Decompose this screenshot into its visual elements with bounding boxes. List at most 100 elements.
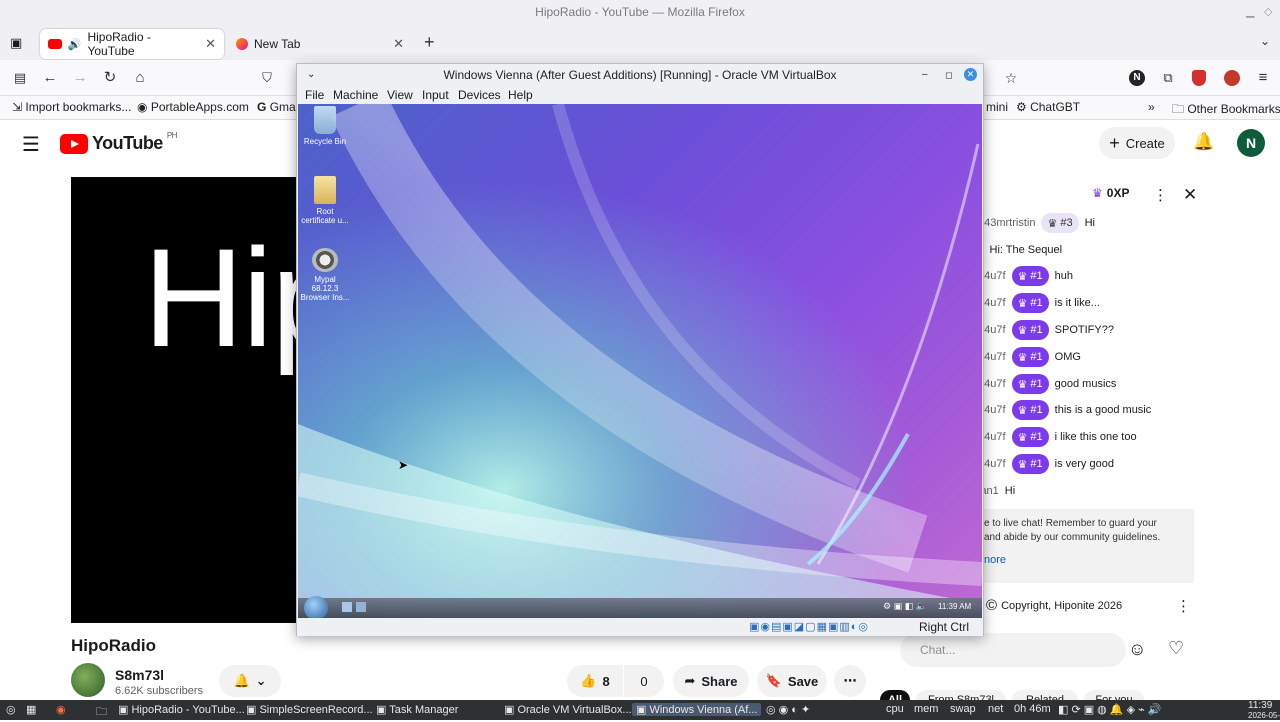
- bookmark-gmail[interactable]: G Gma: [257, 100, 296, 114]
- menu-file[interactable]: File: [305, 88, 324, 102]
- bookmark-gemini[interactable]: mini: [986, 100, 1008, 114]
- back-icon[interactable]: ←: [40, 68, 60, 88]
- firefox-launcher-icon[interactable]: ◉: [56, 703, 66, 716]
- menu-machine[interactable]: Machine: [333, 88, 378, 102]
- desktop-icon-root-certificate[interactable]: Root certificate u...: [300, 176, 350, 225]
- ublock-icon[interactable]: [1192, 70, 1206, 86]
- channel-avatar[interactable]: [71, 663, 105, 697]
- like-button[interactable]: 👍 8: [567, 665, 623, 697]
- menu-view[interactable]: View: [387, 88, 413, 102]
- more-vertical-icon[interactable]: ⋮: [1176, 597, 1191, 615]
- maximize-icon[interactable]: ◻: [945, 64, 952, 86]
- bookmark-import[interactable]: ⇲ Import bookmarks...: [12, 100, 131, 114]
- desktop-icon-mypal[interactable]: Mypal 68.12.3 Browser Ins...: [300, 248, 350, 302]
- video-player[interactable]: Hip: [71, 177, 301, 623]
- taskbar-item-taskmanager[interactable]: ▣ Task Manager: [376, 703, 458, 716]
- speaker-icon[interactable]: 🔊: [68, 38, 82, 51]
- more-actions-button[interactable]: ⋯: [834, 665, 866, 697]
- maximize-icon[interactable]: ◇: [1264, 0, 1272, 24]
- chevron-down-icon[interactable]: ⌄: [307, 64, 315, 86]
- xp-badge[interactable]: ♛ 0XP: [1092, 186, 1129, 200]
- bookmark-portableapps[interactable]: ◉ PortableApps.com: [137, 100, 249, 114]
- chat-message: g4u7f ♛ #1 SPOTIFY??: [978, 319, 1114, 341]
- crown-icon: ♛: [1017, 378, 1028, 391]
- app-menu-icon[interactable]: ◎: [6, 703, 16, 716]
- crown-icon: ♛: [1017, 270, 1028, 283]
- menu-input[interactable]: Input: [422, 88, 449, 102]
- copyright-banner: © Copyright, Hiponite 2026: [986, 597, 1123, 614]
- system-tray-icons[interactable]: ◧ ⟳ ▣ ◍ 🔔 ◈ ⌁ 🔊: [1058, 703, 1161, 716]
- show-desktop-icon[interactable]: [342, 602, 352, 612]
- minimize-icon[interactable]: –: [922, 64, 928, 86]
- crown-icon: ♛: [1017, 297, 1028, 310]
- crown-icon: ♛: [1017, 351, 1028, 364]
- emoji-icon[interactable]: ☺: [1128, 639, 1146, 660]
- forward-icon[interactable]: →: [70, 68, 90, 88]
- tab-label: New Tab: [254, 37, 301, 51]
- tab-hiporadio[interactable]: 🔊 HipoRadio - YouTube ✕: [40, 29, 224, 59]
- chat-message: g4u7f ♛ #1 huh: [978, 265, 1073, 287]
- extension-n-icon[interactable]: N: [1129, 70, 1145, 86]
- video-title: HipoRadio: [71, 636, 156, 655]
- taskbar-item-vm-window[interactable]: ▣ Windows Vienna (Af...: [632, 703, 762, 716]
- tab-list-icon[interactable]: ▣: [10, 35, 22, 51]
- bookmark-star-icon[interactable]: ☆: [1001, 68, 1021, 88]
- bookmark-other[interactable]: 🗀 Other Bookmarks: [1172, 100, 1280, 121]
- switch-windows-icon[interactable]: [356, 602, 366, 612]
- youtube-logo[interactable]: YouTube PH: [60, 131, 177, 154]
- rank-badge: ♛ #1: [1011, 400, 1049, 420]
- minimize-icon[interactable]: ▁: [1246, 0, 1254, 24]
- chat-message: g4u7f ♛ #1 is very good: [978, 453, 1114, 475]
- menu-devices[interactable]: Devices: [458, 88, 501, 102]
- sidebar-icon[interactable]: ▤: [10, 68, 30, 88]
- tab-new-tab[interactable]: New Tab ✕: [228, 29, 412, 59]
- rank-badge: ♛ #1: [1011, 320, 1049, 340]
- bookmark-chatgbt[interactable]: ⚙ ChatGBT: [1016, 100, 1080, 114]
- channel-name[interactable]: S8m73l: [115, 667, 164, 683]
- close-icon[interactable]: ✕: [964, 68, 977, 81]
- rank-badge: ♛ #1: [1011, 266, 1049, 286]
- new-tab-icon[interactable]: +: [424, 32, 435, 53]
- share-button[interactable]: ➦ Share: [673, 665, 749, 697]
- vm-device-status-icons[interactable]: ▣◉▤▣◪▢▦▣▥◐◎: [749, 620, 869, 633]
- guest-desktop[interactable]: Recycle Bin Root certificate u... Mypal …: [298, 104, 982, 618]
- tray-icons: ⚙ ▣ ◧ 🔈: [883, 601, 927, 611]
- start-orb-icon[interactable]: [304, 596, 328, 618]
- menu-icon[interactable]: ≡: [1253, 68, 1273, 88]
- files-icon[interactable]: ▦: [26, 703, 36, 716]
- hamburger-menu-icon[interactable]: ☰: [22, 132, 40, 157]
- more-vertical-icon[interactable]: ⋮: [1153, 186, 1168, 204]
- chat-input[interactable]: Chat...: [900, 633, 1126, 667]
- chevron-right-icon[interactable]: »: [1148, 100, 1155, 114]
- chevron-down-icon[interactable]: ⌄: [1260, 34, 1270, 48]
- subscriber-count: 6.62K subscribers: [115, 685, 204, 697]
- extensions-icon[interactable]: ⧉: [1158, 68, 1178, 88]
- dislike-button[interactable]: 0: [624, 665, 664, 697]
- crown-icon: ♛: [1017, 404, 1028, 417]
- addon-icon[interactable]: [1224, 70, 1240, 86]
- subscribe-bell-button[interactable]: 🔔 ⌄: [219, 665, 281, 697]
- learn-more-link[interactable]: nore: [984, 553, 1188, 567]
- close-tab-icon[interactable]: ✕: [205, 36, 216, 52]
- notifications-bell-icon[interactable]: 🔔: [1193, 132, 1214, 152]
- recycle-bin-icon: [314, 106, 336, 134]
- close-chat-icon[interactable]: ✕: [1183, 185, 1197, 205]
- home-icon[interactable]: ⌂: [130, 68, 150, 88]
- taskbar-item-firefox[interactable]: ▣ HipoRadio - YouTube...: [118, 703, 245, 716]
- avatar[interactable]: N: [1237, 129, 1265, 157]
- folder-launcher-icon[interactable]: 🗀: [96, 703, 107, 722]
- desktop-icon-recycle-bin[interactable]: Recycle Bin: [300, 106, 350, 146]
- create-button[interactable]: + Create: [1099, 127, 1175, 159]
- taskbar-item-virtualbox[interactable]: ▣ Oracle VM VirtualBox...: [504, 703, 632, 716]
- menu-help[interactable]: Help: [508, 88, 533, 102]
- heart-icon[interactable]: ♡: [1168, 638, 1184, 659]
- chat-message: g4u7f ♛ #1 good musics: [978, 373, 1116, 395]
- shield-icon[interactable]: ⛉: [257, 68, 277, 88]
- taskbar-item-screenrecorder[interactable]: ▣ SimpleScreenRecord...: [246, 703, 373, 716]
- chat-message: g4u7f ♛ #1 i like this one too: [978, 426, 1137, 448]
- close-tab-icon[interactable]: ✕: [393, 36, 404, 52]
- reload-icon[interactable]: ↻: [100, 68, 120, 88]
- youtube-favicon-icon: [48, 39, 62, 49]
- save-button[interactable]: 🔖 Save: [757, 665, 827, 697]
- tray-launchers[interactable]: ◎ ◉ ◐ ✦: [766, 703, 810, 716]
